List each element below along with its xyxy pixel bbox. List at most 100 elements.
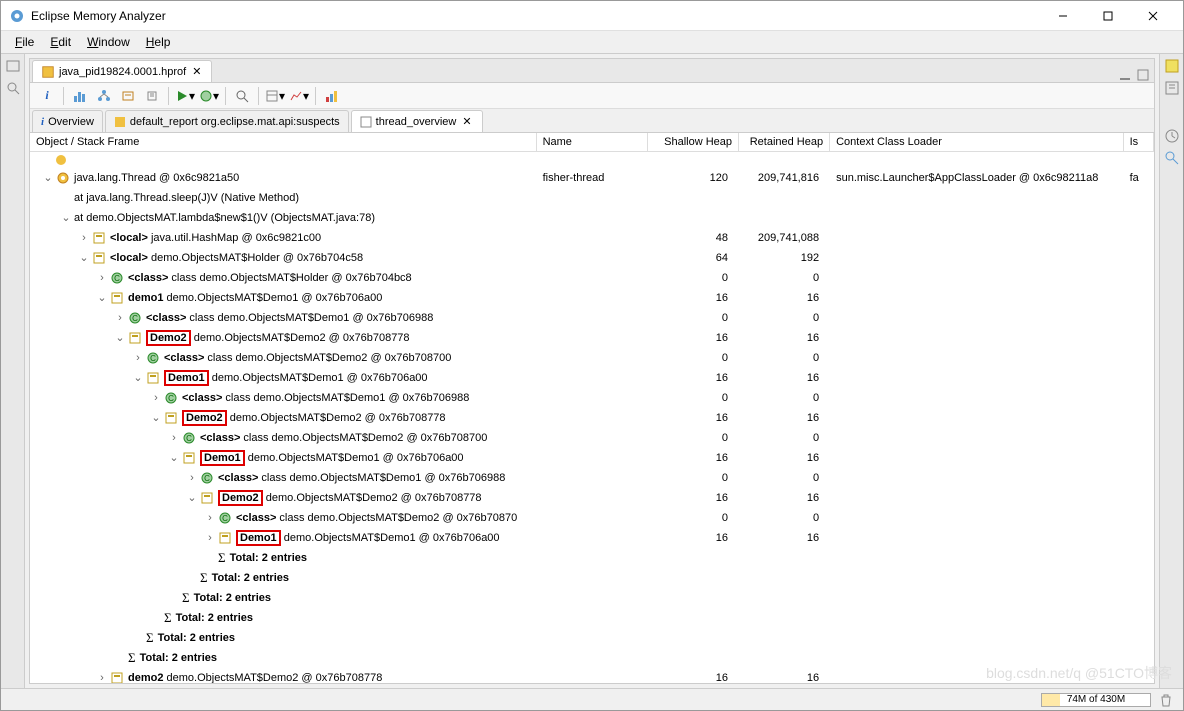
- cell-retained: 192: [739, 248, 830, 268]
- heap-indicator[interactable]: 74M of 430M: [1041, 693, 1151, 707]
- table-row[interactable]: ⌄ Demo1 demo.ObjectsMAT$Demo1 @ 0x76b706a…: [30, 448, 1154, 468]
- menu-file[interactable]: File: [9, 33, 40, 51]
- table-row[interactable]: ›C<class> class demo.ObjectsMAT$Demo1 @ …: [30, 308, 1154, 328]
- cell-retained: [739, 648, 830, 668]
- table-row[interactable]: ⌄Demo2 demo.ObjectsMAT$Demo2 @ 0x76b7087…: [30, 328, 1154, 348]
- table-row[interactable]: ›C<class> class demo.ObjectsMAT$Demo2 @ …: [30, 348, 1154, 368]
- table-row[interactable]: ⌄at demo.ObjectsMAT.lambda$new$1()V (Obj…: [30, 208, 1154, 228]
- close-button[interactable]: [1130, 2, 1175, 30]
- open-heap-icon[interactable]: [5, 58, 21, 74]
- minimize-button[interactable]: [1040, 2, 1085, 30]
- details-icon[interactable]: [1164, 150, 1180, 166]
- minimize-view-icon[interactable]: [1118, 68, 1132, 82]
- table-row[interactable]: ⌄demo1 demo.ObjectsMAT$Demo1 @ 0x76b706a…: [30, 288, 1154, 308]
- table-row[interactable]: ΣTotal: 2 entries: [30, 568, 1154, 588]
- table-row[interactable]: ›C<class> class demo.ObjectsMAT$Demo1 @ …: [30, 468, 1154, 488]
- table-row[interactable]: ›C<class> class demo.ObjectsMAT$Demo2 @ …: [30, 428, 1154, 448]
- cell-loader: [830, 248, 1124, 268]
- twister-icon[interactable]: ›: [168, 432, 180, 444]
- editor-tab-hprof[interactable]: java_pid19824.0001.hprof ✕: [32, 60, 212, 82]
- table-row[interactable]: ΣTotal: 2 entries: [30, 548, 1154, 568]
- menu-window[interactable]: Window: [81, 33, 136, 51]
- twister-icon[interactable]: ⌄: [96, 292, 108, 304]
- table-row[interactable]: ›demo2 demo.ObjectsMAT$Demo2 @ 0x76b7087…: [30, 668, 1154, 683]
- cell-name: [536, 648, 647, 668]
- query-icon[interactable]: ▾: [198, 85, 220, 107]
- row-label: Demo1 demo.ObjectsMAT$Demo1 @ 0x76b706a0…: [200, 449, 464, 467]
- col-name[interactable]: Name: [536, 133, 647, 152]
- cell-is: [1123, 468, 1153, 488]
- col-retained[interactable]: Retained Heap: [739, 133, 830, 152]
- table-row[interactable]: ΣTotal: 2 entries: [30, 648, 1154, 668]
- editor-tab-close[interactable]: ✕: [190, 65, 203, 78]
- notes-icon[interactable]: [1164, 58, 1180, 74]
- chart-icon[interactable]: ▾: [288, 85, 310, 107]
- twister-icon[interactable]: ›: [78, 232, 90, 244]
- twister-icon[interactable]: ⌄: [42, 172, 54, 184]
- col-shallow[interactable]: Shallow Heap: [647, 133, 738, 152]
- table-row[interactable]: ΣTotal: 2 entries: [30, 608, 1154, 628]
- table-row[interactable]: ⌄Demo2 demo.ObjectsMAT$Demo2 @ 0x76b7087…: [30, 488, 1154, 508]
- thread-icon[interactable]: [141, 85, 163, 107]
- row-label: Demo2 demo.ObjectsMAT$Demo2 @ 0x76b70877…: [182, 409, 446, 427]
- cell-is: [1123, 208, 1153, 228]
- table-row[interactable]: ›C<class> class demo.ObjectsMAT$Demo2 @ …: [30, 508, 1154, 528]
- twister-icon[interactable]: ›: [150, 392, 162, 404]
- cell-shallow: [647, 208, 738, 228]
- twister-icon[interactable]: ⌄: [60, 212, 72, 224]
- maximize-view-icon[interactable]: [1136, 68, 1150, 82]
- twister-icon[interactable]: ›: [96, 672, 108, 683]
- tab-thread-overview[interactable]: thread_overview ✕: [351, 110, 483, 132]
- twister-icon[interactable]: ⌄: [168, 452, 180, 464]
- find-icon[interactable]: [231, 85, 253, 107]
- tab-close[interactable]: ✕: [460, 115, 473, 128]
- twister-icon[interactable]: ⌄: [186, 492, 198, 504]
- export-icon[interactable]: [321, 85, 343, 107]
- col-is[interactable]: Is: [1123, 133, 1153, 152]
- tree-table[interactable]: Object / Stack Frame Name Shallow Heap R…: [30, 133, 1154, 683]
- navigation-icon[interactable]: [1164, 80, 1180, 96]
- twister-icon[interactable]: ›: [186, 472, 198, 484]
- table-row[interactable]: ⌄Demo1 demo.ObjectsMAT$Demo1 @ 0x76b706a…: [30, 368, 1154, 388]
- twister-icon[interactable]: ›: [96, 272, 108, 284]
- table-row[interactable]: at java.lang.Thread.sleep(J)V (Native Me…: [30, 188, 1154, 208]
- cell-retained: 16: [739, 288, 830, 308]
- cell-name: [536, 548, 647, 568]
- dominator-tree-icon[interactable]: [93, 85, 115, 107]
- table-row[interactable]: ΣTotal: 2 entries: [30, 588, 1154, 608]
- twister-icon[interactable]: ›: [114, 312, 126, 324]
- table-row[interactable]: ›C<class> class demo.ObjectsMAT$Demo1 @ …: [30, 388, 1154, 408]
- twister-icon[interactable]: ⌄: [114, 332, 126, 344]
- tab-default-report[interactable]: default_report org.eclipse.mat.api:suspe…: [105, 110, 349, 132]
- gc-icon[interactable]: [1159, 693, 1173, 707]
- calculator-icon[interactable]: ▾: [264, 85, 286, 107]
- menu-edit[interactable]: Edit: [44, 33, 77, 51]
- table-row[interactable]: ⌄ Demo2 demo.ObjectsMAT$Demo2 @ 0x76b7087…: [30, 408, 1154, 428]
- col-object[interactable]: Object / Stack Frame: [30, 133, 536, 152]
- table-row[interactable]: ›Demo1 demo.ObjectsMAT$Demo1 @ 0x76b706a…: [30, 528, 1154, 548]
- row-label: <local> java.util.HashMap @ 0x6c9821c00: [110, 229, 321, 247]
- run-report-icon[interactable]: ▾: [174, 85, 196, 107]
- info-icon[interactable]: i: [36, 85, 58, 107]
- twister-icon[interactable]: ⌄: [132, 372, 144, 384]
- cell-shallow: 0: [647, 388, 738, 408]
- twister-icon[interactable]: ›: [204, 512, 216, 524]
- histogram-icon[interactable]: [69, 85, 91, 107]
- twister-icon[interactable]: ›: [204, 532, 216, 544]
- oql-icon[interactable]: [117, 85, 139, 107]
- table-row[interactable]: ⌄<local> demo.ObjectsMAT$Holder @ 0x76b7…: [30, 248, 1154, 268]
- table-row[interactable]: ΣTotal: 2 entries: [30, 628, 1154, 648]
- menu-help[interactable]: Help: [140, 33, 177, 51]
- table-row[interactable]: ⌄java.lang.Thread @ 0x6c9821a50 fisher-t…: [30, 168, 1154, 188]
- tab-overview[interactable]: i Overview: [32, 110, 103, 132]
- table-row[interactable]: ›C<class> class demo.ObjectsMAT$Holder @…: [30, 268, 1154, 288]
- table-row[interactable]: › <local> java.util.HashMap @ 0x6c9821c00…: [30, 228, 1154, 248]
- twister-icon[interactable]: ⌄: [150, 412, 162, 424]
- twister-icon[interactable]: ⌄: [78, 252, 90, 264]
- inspector-icon[interactable]: [5, 80, 21, 96]
- twister-icon[interactable]: ›: [132, 352, 144, 364]
- col-loader[interactable]: Context Class Loader: [830, 133, 1124, 152]
- history-icon[interactable]: [1164, 128, 1180, 144]
- maximize-button[interactable]: [1085, 2, 1130, 30]
- filter-row[interactable]: [30, 152, 1154, 169]
